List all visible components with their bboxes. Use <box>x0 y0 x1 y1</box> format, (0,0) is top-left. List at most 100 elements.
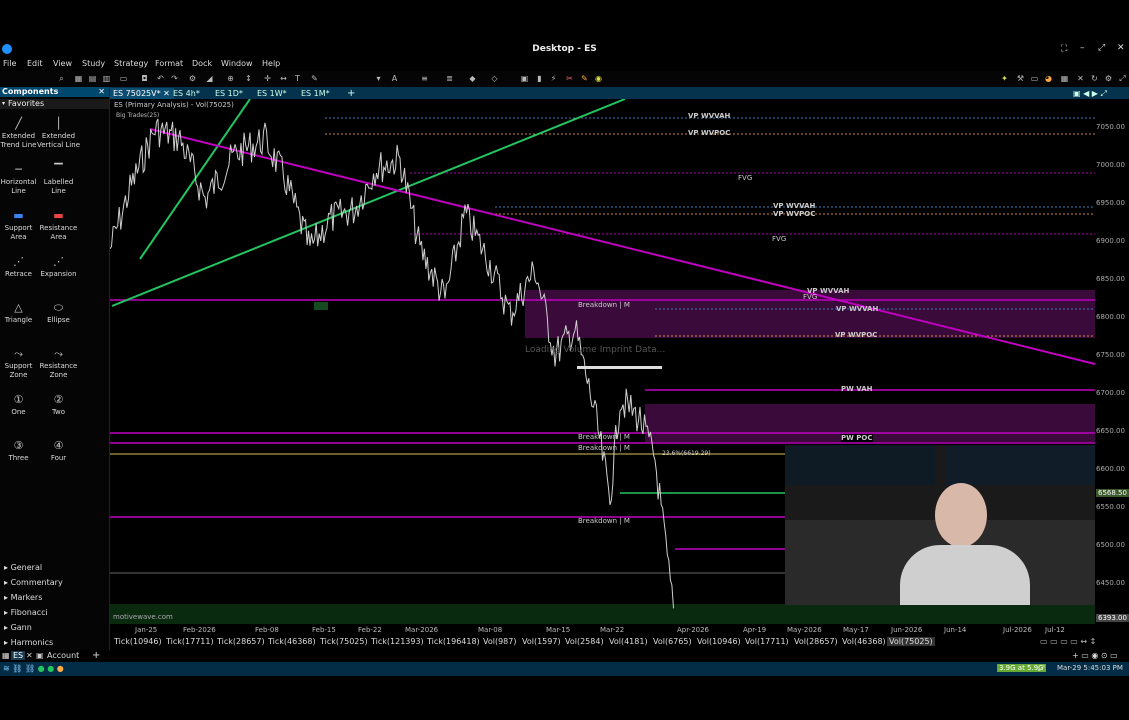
highlight-icon[interactable]: ✎ <box>580 74 589 83</box>
settings-icon[interactable]: ⚙ <box>188 74 197 83</box>
undo-icon[interactable]: ↶ <box>156 74 165 83</box>
tool-three[interactable]: ③ Three <box>0 438 41 463</box>
font-size-icon[interactable]: A <box>390 74 399 83</box>
color-icon[interactable]: ◆ <box>468 74 477 83</box>
tool-one[interactable]: ① One <box>0 392 41 417</box>
tool-resistance-area[interactable]: ▬ Resistance Area <box>36 208 81 242</box>
tool-resistance-zone[interactable]: ⤳ Resistance Zone <box>36 346 81 380</box>
gear-icon[interactable]: ⚙ <box>1104 74 1113 83</box>
layout-controls-icons[interactable]: + ▭ ◉ ⊙ ▭ <box>1072 651 1118 660</box>
tool-expansion[interactable]: ⋰ Expansion <box>36 254 81 279</box>
add-tab-icon[interactable]: + <box>344 88 358 99</box>
bolt-icon[interactable]: ⚡ <box>549 74 558 83</box>
measure-icon[interactable]: ↔ <box>279 74 288 83</box>
tab-es-4h[interactable]: ES 4h* <box>170 88 203 99</box>
menu-window[interactable]: Window <box>221 59 253 68</box>
tool-triangle[interactable]: △ Triangle <box>0 300 41 325</box>
category-fibonacci[interactable]: ▸ Fibonacci <box>0 608 109 617</box>
bar-type-tab[interactable]: Vol(17711) <box>745 637 789 646</box>
tab-es-1d[interactable]: ES 1D* <box>212 88 246 99</box>
draw-icon[interactable]: ✎ <box>310 74 319 83</box>
fill-icon[interactable]: ◇ <box>490 74 499 83</box>
zoom-icon[interactable]: ⊕ <box>226 74 235 83</box>
chart-area[interactable]: ES (Primary Analysis) - Vol(75025) Big T… <box>110 99 1129 624</box>
menu-file[interactable]: File <box>3 59 16 68</box>
workspace-tab-account[interactable]: Account <box>47 651 79 660</box>
camera-icon[interactable]: ◘ <box>140 74 149 83</box>
tool-labelled-line[interactable]: ▔ Labelled Line <box>36 162 81 196</box>
box-icon[interactable]: ▦ <box>1060 74 1069 83</box>
bar-type-tab[interactable]: Tick(10946) <box>114 637 162 646</box>
magic-icon[interactable]: ✦ <box>1000 74 1009 83</box>
tool-horizontal-line[interactable]: ─ Horizontal Line <box>0 162 41 196</box>
tab-nav-icons[interactable]: ▣ ◀ ▶ ⤢ <box>1070 88 1110 99</box>
bar-type-tab[interactable]: Tick(75025) <box>320 637 368 646</box>
status-expand-icon[interactable]: ⤢ <box>1038 664 1044 674</box>
menu-help[interactable]: Help <box>262 59 280 68</box>
category-general[interactable]: ▸ General <box>0 563 109 572</box>
text-icon[interactable]: T <box>293 74 302 83</box>
refresh-icon[interactable]: ↻ <box>1090 74 1099 83</box>
close-tab-icon[interactable]: ✕ <box>26 651 33 660</box>
pointer-icon[interactable]: ↕ <box>244 74 253 83</box>
tab-es-1m[interactable]: ES 1M* <box>298 88 333 99</box>
minimize-icon[interactable]: – <box>1080 43 1085 53</box>
scissors-icon[interactable]: ✂ <box>565 74 574 83</box>
brain-icon[interactable]: ◕ <box>1044 74 1053 83</box>
expand-icon[interactable]: ⤢ <box>1118 74 1127 83</box>
menu-edit[interactable]: Edit <box>27 59 43 68</box>
bar-type-tab[interactable]: Tick(46368) <box>268 637 316 646</box>
bar-type-tab[interactable]: Tick(196418) <box>427 637 480 646</box>
print-icon[interactable]: ▥ <box>102 74 111 83</box>
tool-extended-trend-line[interactable]: ╱ Extended Trend Line <box>0 116 41 150</box>
category-markers[interactable]: ▸ Markers <box>0 593 109 602</box>
bars-icon[interactable]: ▮ <box>535 74 544 83</box>
layout-icon[interactable]: ▭ <box>1030 74 1039 83</box>
close-tab-icon[interactable]: ✕ <box>163 89 170 98</box>
chevron-down-icon[interactable]: ▾ <box>374 74 383 83</box>
close-panel-icon[interactable]: ✕ <box>98 87 105 97</box>
line-width-icon[interactable]: ≣ <box>445 74 454 83</box>
category-harmonics[interactable]: ▸ Harmonics <box>0 638 109 647</box>
chart-control-icons[interactable]: ▭ ▭ ▭ ▭ ↔ ↕ <box>1040 637 1096 646</box>
menu-study[interactable]: Study <box>82 59 105 68</box>
workspace-tab-es[interactable]: ES <box>11 651 26 660</box>
bar-type-tab[interactable]: Vol(4181) <box>609 637 648 646</box>
fullscreen-icon[interactable]: ⛶ <box>1061 44 1067 54</box>
add-workspace-icon[interactable]: + <box>92 650 100 661</box>
bar-type-tab[interactable]: Vol(28657) <box>794 637 838 646</box>
eye-icon[interactable]: ◉ <box>594 74 603 83</box>
maximize-icon[interactable]: ⤢ <box>1098 43 1105 53</box>
category-gann[interactable]: ▸ Gann <box>0 623 109 632</box>
open-icon[interactable]: ▭ <box>119 74 128 83</box>
tool-four[interactable]: ④ Four <box>36 438 81 463</box>
new-chart-icon[interactable]: ▦ <box>74 74 83 83</box>
bar-type-tab[interactable]: Vol(987) <box>483 637 516 646</box>
tool-retrace[interactable]: ⋰ Retrace <box>0 254 41 279</box>
redo-icon[interactable]: ↷ <box>170 74 179 83</box>
tool-support-zone[interactable]: ⤳ Support Zone <box>0 346 41 380</box>
bar-type-tab[interactable]: Tick(28657) <box>217 637 265 646</box>
bar-type-tab[interactable]: Tick(121393) <box>371 637 424 646</box>
close-icon[interactable]: ✕ <box>1117 43 1125 53</box>
crosshair-icon[interactable]: ✛ <box>263 74 272 83</box>
save-icon[interactable]: ▤ <box>88 74 97 83</box>
tool-support-area[interactable]: ▬ Support Area <box>0 208 41 242</box>
menu-view[interactable]: View <box>53 59 72 68</box>
menu-dock[interactable]: Dock <box>192 59 212 68</box>
tools-icon[interactable]: ✕ <box>1076 74 1085 83</box>
tool-extended-vertical-line[interactable]: │ Extended Vertical Line <box>36 116 81 150</box>
bar-type-tab-active[interactable]: Vol(75025) <box>887 637 935 646</box>
bar-type-tab[interactable]: Vol(1597) <box>522 637 561 646</box>
tool-ellipse[interactable]: ⬭ Ellipse <box>36 300 81 325</box>
line-style-icon[interactable]: ≡ <box>420 74 429 83</box>
menu-strategy[interactable]: Strategy <box>114 59 148 68</box>
menu-format[interactable]: Format <box>155 59 183 68</box>
category-commentary[interactable]: ▸ Commentary <box>0 578 109 587</box>
tool-two[interactable]: ② Two <box>36 392 81 417</box>
bar-type-tab[interactable]: Vol(6765) <box>653 637 692 646</box>
favorites-header[interactable]: ▾ Favorites <box>0 99 109 109</box>
bar-type-tab[interactable]: Vol(46368) <box>842 637 886 646</box>
wrench-icon[interactable]: ⚒ <box>1016 74 1025 83</box>
cursor-icon[interactable]: ◢ <box>205 74 214 83</box>
